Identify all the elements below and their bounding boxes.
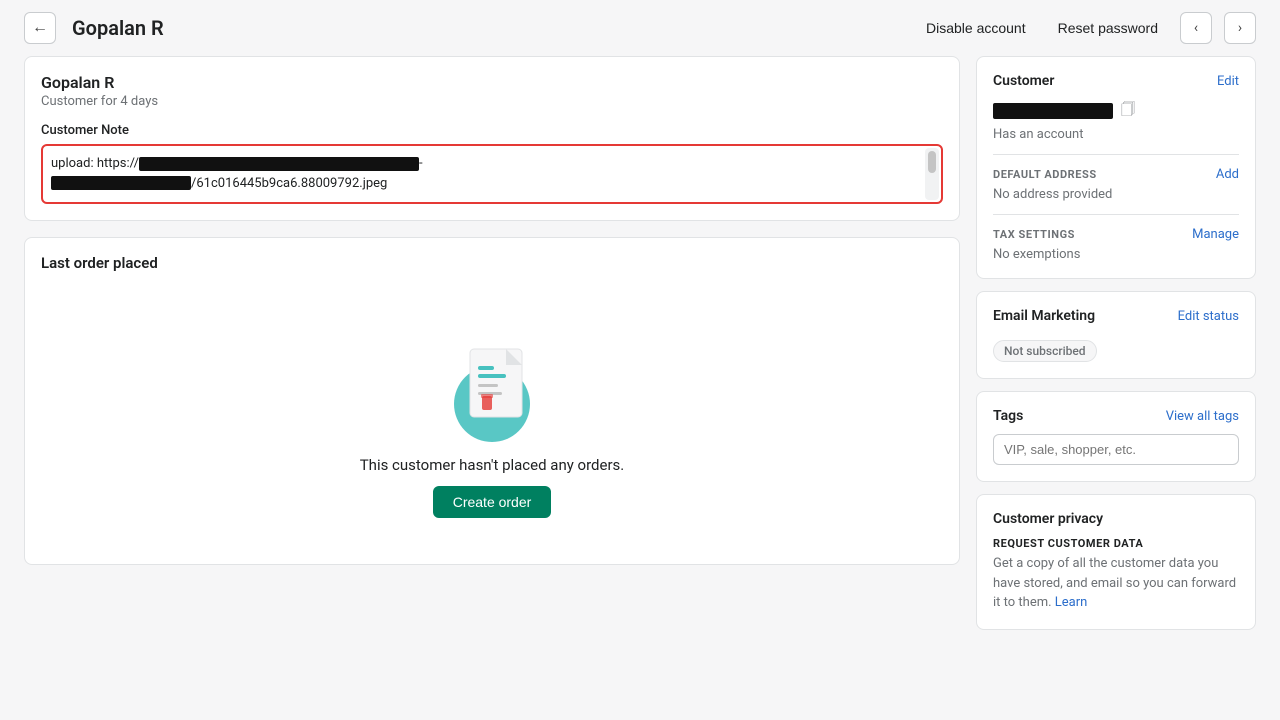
- disable-account-button[interactable]: Disable account: [916, 14, 1036, 42]
- redacted-url-bar: [139, 157, 419, 171]
- customer-panel-card: Customer Edit 🗍 Has an account DEFAULT A…: [976, 56, 1256, 279]
- customer-edit-link[interactable]: Edit: [1217, 74, 1239, 89]
- customer-note-content: upload: https:// - /61c016445b9ca6.880097…: [51, 154, 917, 193]
- prev-icon: ‹: [1194, 20, 1198, 36]
- page-title: Gopalan R: [72, 16, 900, 40]
- customer-panel-title: Customer: [993, 73, 1054, 89]
- tags-input[interactable]: [993, 434, 1239, 465]
- learn-more-link[interactable]: Learn: [1055, 595, 1088, 610]
- manage-tax-link[interactable]: Manage: [1192, 227, 1239, 242]
- tax-settings-value: No exemptions: [993, 247, 1080, 262]
- customer-name: Gopalan R: [41, 73, 943, 92]
- tags-title: Tags: [993, 408, 1023, 424]
- next-icon: ›: [1238, 20, 1242, 36]
- view-all-tags-link[interactable]: View all tags: [1166, 409, 1239, 424]
- tags-card: Tags View all tags: [976, 391, 1256, 482]
- email-marketing-header: Email Marketing Edit status: [993, 308, 1239, 324]
- email-redacted-bar: [993, 103, 1113, 119]
- note-line1: upload: https://: [51, 156, 139, 171]
- customer-privacy-header: Customer privacy: [993, 511, 1239, 527]
- last-order-card: Last order placed: [24, 237, 960, 565]
- last-order-title: Last order placed: [41, 254, 943, 272]
- email-marketing-card: Email Marketing Edit status Not subscrib…: [976, 291, 1256, 379]
- customer-info-card: Gopalan R Customer for 4 days Customer N…: [24, 56, 960, 221]
- redacted-path-bar: [51, 176, 191, 190]
- create-order-button[interactable]: Create order: [433, 486, 552, 518]
- tags-header: Tags View all tags: [993, 408, 1239, 424]
- tax-settings-section: TAX SETTINGS Manage No exemptions: [993, 227, 1239, 262]
- empty-orders-illustration: [432, 324, 552, 444]
- back-button[interactable]: ←: [24, 12, 56, 44]
- default-address-header: DEFAULT ADDRESS Add: [993, 167, 1239, 182]
- customer-email-row: 🗍: [993, 99, 1239, 123]
- main-layout: Gopalan R Customer for 4 days Customer N…: [0, 56, 1280, 654]
- note-scrollbar: [925, 148, 939, 200]
- default-address-title: DEFAULT ADDRESS: [993, 168, 1097, 181]
- empty-orders-section: This customer hasn't placed any orders. …: [41, 284, 943, 548]
- note-dash: -: [419, 156, 423, 171]
- back-icon: ←: [32, 19, 48, 37]
- email-marketing-title: Email Marketing: [993, 308, 1095, 324]
- topbar: ← Gopalan R Disable account Reset passwo…: [0, 0, 1280, 56]
- note-scrollbar-thumb: [928, 151, 936, 173]
- customer-note-label: Customer Note: [41, 123, 943, 138]
- topbar-actions: Disable account Reset password ‹ ›: [916, 12, 1256, 44]
- customer-tenure: Customer for 4 days: [41, 94, 943, 109]
- next-nav-button[interactable]: ›: [1224, 12, 1256, 44]
- request-data-desc: Get a copy of all the customer data you …: [993, 554, 1239, 613]
- prev-nav-button[interactable]: ‹: [1180, 12, 1212, 44]
- main-column: Gopalan R Customer for 4 days Customer N…: [24, 56, 960, 565]
- default-address-value: No address provided: [993, 187, 1112, 202]
- note-line2-suffix: /61c016445b9ca6.88009792.jpeg: [191, 176, 387, 191]
- request-data-title: REQUEST CUSTOMER DATA: [993, 537, 1239, 550]
- default-address-section: DEFAULT ADDRESS Add No address provided: [993, 167, 1239, 215]
- tax-settings-title: TAX SETTINGS: [993, 228, 1075, 241]
- email-marketing-badge: Not subscribed: [993, 340, 1097, 362]
- edit-status-link[interactable]: Edit status: [1178, 309, 1239, 324]
- customer-panel-header: Customer Edit: [993, 73, 1239, 89]
- customer-note-box[interactable]: upload: https:// - /61c016445b9ca6.880097…: [41, 144, 943, 204]
- copy-icon[interactable]: 🗍: [1121, 99, 1135, 123]
- add-address-link[interactable]: Add: [1216, 167, 1239, 182]
- side-column: Customer Edit 🗍 Has an account DEFAULT A…: [976, 56, 1256, 630]
- tax-settings-header: TAX SETTINGS Manage: [993, 227, 1239, 242]
- has-account-text: Has an account: [993, 127, 1239, 142]
- customer-privacy-title: Customer privacy: [993, 511, 1103, 527]
- reset-password-button[interactable]: Reset password: [1048, 14, 1168, 42]
- customer-privacy-card: Customer privacy REQUEST CUSTOMER DATA G…: [976, 494, 1256, 630]
- empty-orders-text: This customer hasn't placed any orders.: [360, 456, 625, 474]
